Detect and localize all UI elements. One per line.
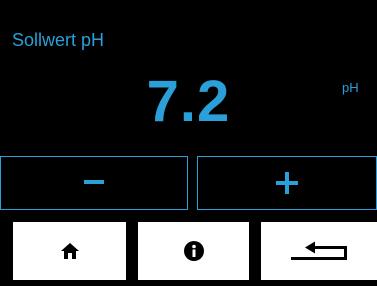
decrease-button[interactable]: [0, 156, 188, 210]
page-title: Sollwert pH: [12, 30, 105, 50]
back-button[interactable]: [261, 222, 377, 280]
minus-icon: [84, 180, 104, 186]
home-button[interactable]: [13, 222, 126, 280]
unit-label: pH: [342, 80, 359, 95]
return-arrow-icon: [289, 240, 349, 262]
home-icon: [60, 242, 80, 260]
increase-button[interactable]: [197, 156, 377, 210]
setpoint-value: 7.2: [146, 69, 231, 134]
info-icon: [183, 240, 205, 262]
info-button[interactable]: [138, 222, 249, 280]
plus-icon: [276, 172, 298, 194]
